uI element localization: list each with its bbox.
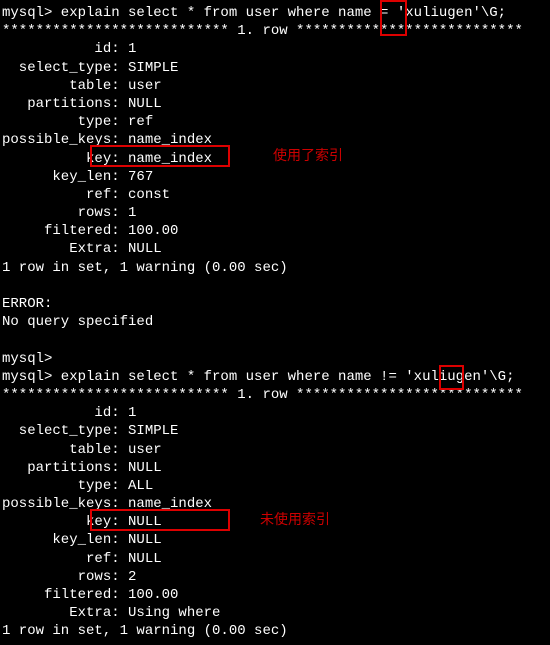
- q2-row-type: type: ALL: [2, 477, 548, 495]
- q2-row-extra: Extra: Using where: [2, 604, 548, 622]
- q1-row-ref: ref: const: [2, 186, 548, 204]
- query2-command: mysql> explain select * from user where …: [2, 368, 548, 386]
- q1-row-type: type: ref: [2, 113, 548, 131]
- q1-row-select-type: select_type: SIMPLE: [2, 59, 548, 77]
- q2-row-partitions: partitions: NULL: [2, 459, 548, 477]
- q2-row-select-type: select_type: SIMPLE: [2, 422, 548, 440]
- q2-row-rows: rows: 2: [2, 568, 548, 586]
- error-message: No query specified: [2, 313, 548, 331]
- q1-row-filtered: filtered: 100.00: [2, 222, 548, 240]
- error-label: ERROR:: [2, 295, 548, 313]
- q1-result: 1 row in set, 1 warning (0.00 sec): [2, 259, 548, 277]
- q1-row-extra: Extra: NULL: [2, 240, 548, 258]
- q2-row-possible-keys: possible_keys: name_index: [2, 495, 548, 513]
- query1-command: mysql> explain select * from user where …: [2, 4, 548, 22]
- q1-row-partitions: partitions: NULL: [2, 95, 548, 113]
- q1-row-possible-keys: possible_keys: name_index: [2, 131, 548, 149]
- q1-row-key-len: key_len: 767: [2, 168, 548, 186]
- q2-row-id: id: 1: [2, 404, 548, 422]
- blank-line-2: [2, 331, 548, 349]
- blank-line-1: [2, 277, 548, 295]
- q1-row-id: id: 1: [2, 40, 548, 58]
- highlight-equals-operator: [380, 0, 407, 36]
- highlight-key-null: [90, 509, 230, 531]
- highlight-not-equals-operator: [439, 365, 464, 390]
- highlight-key-name-index: [90, 145, 230, 167]
- q2-row-ref: ref: NULL: [2, 550, 548, 568]
- q2-row-key-len: key_len: NULL: [2, 531, 548, 549]
- q2-row-table: table: user: [2, 441, 548, 459]
- q2-result: 1 row in set, 1 warning (0.00 sec): [2, 622, 548, 640]
- query1-separator: *************************** 1. row *****…: [2, 22, 548, 40]
- q1-row-rows: rows: 1: [2, 204, 548, 222]
- query2-separator: *************************** 1. row *****…: [2, 386, 548, 404]
- note-not-used-index: 未使用索引: [260, 512, 330, 530]
- note-used-index: 使用了索引: [273, 148, 343, 166]
- q1-row-table: table: user: [2, 77, 548, 95]
- q2-row-filtered: filtered: 100.00: [2, 586, 548, 604]
- prompt-empty: mysql>: [2, 350, 548, 368]
